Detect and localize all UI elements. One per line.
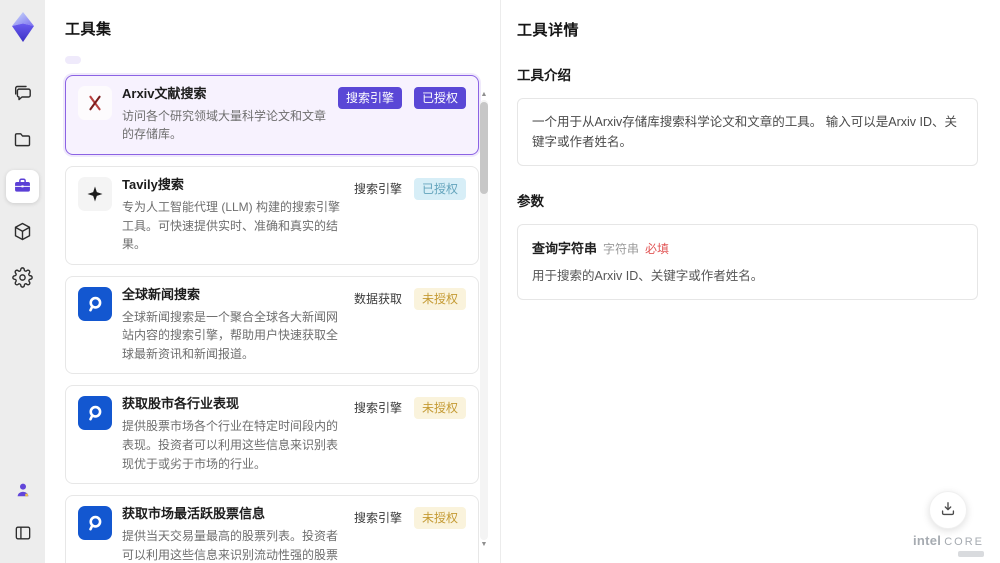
sidebar-item-tools[interactable] <box>6 170 39 203</box>
sidebar-item-files[interactable] <box>6 124 39 157</box>
tool-item-body: 获取市场最活跃股票信息 提供当天交易量最高的股票列表。投资者可以利用这些信息来识… <box>122 506 344 563</box>
list-scrollbar[interactable]: ▲ ▼ <box>479 90 489 550</box>
detail-title: 工具详情 <box>517 22 580 39</box>
intel-wordmark: intel <box>912 533 942 548</box>
intel-core-logo: intel CORE <box>913 534 984 557</box>
cube-icon <box>12 221 33 245</box>
left-sidebar <box>0 0 45 563</box>
tool-icon <box>78 86 112 120</box>
tool-status-badge: 未授权 <box>413 287 466 310</box>
sidebar-collapse-button[interactable] <box>6 518 39 551</box>
tool-description: 提供当天交易量最高的股票列表。投资者可以利用这些信息来识别流动性强的股票和潜在的… <box>122 528 339 562</box>
folder-icon <box>12 129 33 153</box>
tool-description: 访问各个研究领域大量科学论文和文章的存储库。 <box>122 108 327 142</box>
tool-name: Tavily搜索 <box>122 177 184 193</box>
parameter-type: 字符串 <box>603 242 640 256</box>
tool-name: 全球新闻搜索 <box>122 286 201 302</box>
tool-list-pane: 工具集 Arxiv文献搜索 访问各个研究领域大量科学论文和文章的存储库。 搜索引… <box>45 0 500 563</box>
tool-item-tags: 搜索引擎 已授权 <box>337 86 466 109</box>
category-tab[interactable] <box>125 56 141 64</box>
tool-category-tag: 搜索引擎 <box>353 511 402 526</box>
sidebar-item-profile[interactable] <box>6 475 39 508</box>
tool-list-item[interactable]: 全球新闻搜索 全球新闻搜索是一个聚合全球各大新闻网站内容的搜索引擎，帮助用户快速… <box>65 275 479 375</box>
tool-icon <box>78 396 112 431</box>
app-window: 工具集 Arxiv文献搜索 访问各个研究领域大量科学论文和文章的存储库。 搜索引… <box>0 0 1000 563</box>
sidebar-bottom <box>6 475 39 551</box>
category-tabs <box>65 56 500 64</box>
tool-list-item[interactable]: 获取市场最活跃股票信息 提供当天交易量最高的股票列表。投资者可以利用这些信息来识… <box>65 495 479 563</box>
tool-intro-box: 一个用于从Arxiv存储库搜索科学论文和文章的工具。 输入可以是Arxiv ID… <box>517 98 978 166</box>
parameter-description: 用于搜索的Arxiv ID、关键字或作者姓名。 <box>532 269 764 283</box>
tool-item-tags: 搜索引擎 未授权 <box>353 396 466 420</box>
scrollbar-thumb[interactable] <box>480 102 488 194</box>
tool-item-tags: 搜索引擎 已授权 <box>353 177 466 201</box>
tool-name: Arxiv文献搜索 <box>122 86 207 101</box>
tool-status-badge: 未授权 <box>413 397 466 420</box>
params-heading: 参数 <box>517 194 544 209</box>
sidebar-item-models[interactable] <box>6 216 39 249</box>
tool-icon <box>78 177 112 212</box>
tool-category-tag: 搜索引擎 <box>353 182 402 197</box>
tool-list-item[interactable]: 获取股市各行业表现 提供股票市场各个行业在特定时间段内的表现。投资者可以利用这些… <box>65 385 479 485</box>
sidebar-nav <box>6 78 39 295</box>
page-title: 工具集 <box>65 21 112 38</box>
main-content: 工具集 Arxiv文献搜索 访问各个研究领域大量科学论文和文章的存储库。 搜索引… <box>45 0 1000 563</box>
parameter-required-badge: 必填 <box>645 242 670 256</box>
tool-item-body: Arxiv文献搜索 访问各个研究领域大量科学论文和文章的存储库。 <box>122 86 328 144</box>
tool-item-tags: 数据获取 未授权 <box>354 287 466 310</box>
category-tab[interactable] <box>65 56 81 64</box>
tool-category-tag: 数据获取 <box>353 291 402 306</box>
sidebar-item-chat[interactable] <box>6 78 39 111</box>
parameter-header: 查询字符串 字符串 必填 <box>532 238 963 257</box>
category-tab[interactable] <box>155 56 171 64</box>
core-wordmark: CORE <box>944 536 984 548</box>
tool-description: 专为人工智能代理 (LLM) 构建的搜索引擎工具。可快速提供实时、准确和真实的结… <box>122 199 341 252</box>
sidebar-item-settings[interactable] <box>6 262 39 295</box>
tool-description: 提供股票市场各个行业在特定时间段内的表现。投资者可以利用这些信息来识别表现优于或… <box>122 419 339 471</box>
chat-icon <box>12 83 33 107</box>
app-logo-icon <box>7 10 39 44</box>
intel-ultra-badge <box>958 551 984 557</box>
bottom-right-float: intel CORE <box>913 491 984 557</box>
tool-item-body: 全球新闻搜索 全球新闻搜索是一个聚合全球各大新闻网站内容的搜索引擎，帮助用户快速… <box>122 287 344 364</box>
params-list: 查询字符串 字符串 必填 用于搜索的Arxiv ID、关键字或作者姓名。 <box>517 224 978 300</box>
scrollbar-down-arrow-icon[interactable]: ▼ <box>479 540 489 550</box>
tool-list-item[interactable]: Tavily搜索 专为人工智能代理 (LLM) 构建的搜索引擎工具。可快速提供实… <box>65 166 479 265</box>
tool-name: 获取市场最活跃股票信息 <box>122 506 266 522</box>
tool-item-body: 获取股市各行业表现 提供股票市场各个行业在特定时间段内的表现。投资者可以利用这些… <box>122 396 344 473</box>
tool-icon <box>78 506 112 541</box>
tool-category-tag: 搜索引擎 <box>337 87 402 109</box>
parameter-name: 查询字符串 <box>532 241 598 256</box>
tool-status-badge: 已授权 <box>413 87 466 109</box>
user-icon <box>13 480 33 503</box>
intro-heading: 工具介绍 <box>517 68 571 83</box>
tool-list-item[interactable]: Arxiv文献搜索 访问各个研究领域大量科学论文和文章的存储库。 搜索引擎 已授… <box>65 75 479 156</box>
tool-list: Arxiv文献搜索 访问各个研究领域大量科学论文和文章的存储库。 搜索引擎 已授… <box>65 75 479 563</box>
category-tab[interactable] <box>95 56 111 64</box>
tool-status-badge: 已授权 <box>413 178 466 201</box>
tool-item-body: Tavily搜索 专为人工智能代理 (LLM) 构建的搜索引擎工具。可快速提供实… <box>122 177 344 254</box>
collapse-panel-icon <box>13 523 33 546</box>
parameter-card: 查询字符串 字符串 必填 用于搜索的Arxiv ID、关键字或作者姓名。 <box>517 224 978 300</box>
tool-item-tags: 搜索引擎 未授权 <box>353 506 466 530</box>
gear-icon <box>12 266 33 291</box>
toolbox-icon <box>12 175 33 199</box>
download-button[interactable] <box>929 491 968 529</box>
tool-name: 获取股市各行业表现 <box>122 396 240 412</box>
tool-category-tag: 搜索引擎 <box>353 401 402 416</box>
tool-detail-pane: 工具详情 工具介绍 一个用于从Arxiv存储库搜索科学论文和文章的工具。 输入可… <box>500 0 1000 563</box>
download-icon <box>938 499 958 522</box>
scrollbar-up-arrow-icon[interactable]: ▲ <box>479 90 489 100</box>
tool-status-badge: 未授权 <box>413 507 466 530</box>
tool-description: 全球新闻搜索是一个聚合全球各大新闻网站内容的搜索引擎，帮助用户快速获取全球最新资… <box>122 309 339 361</box>
tool-icon <box>78 286 112 321</box>
